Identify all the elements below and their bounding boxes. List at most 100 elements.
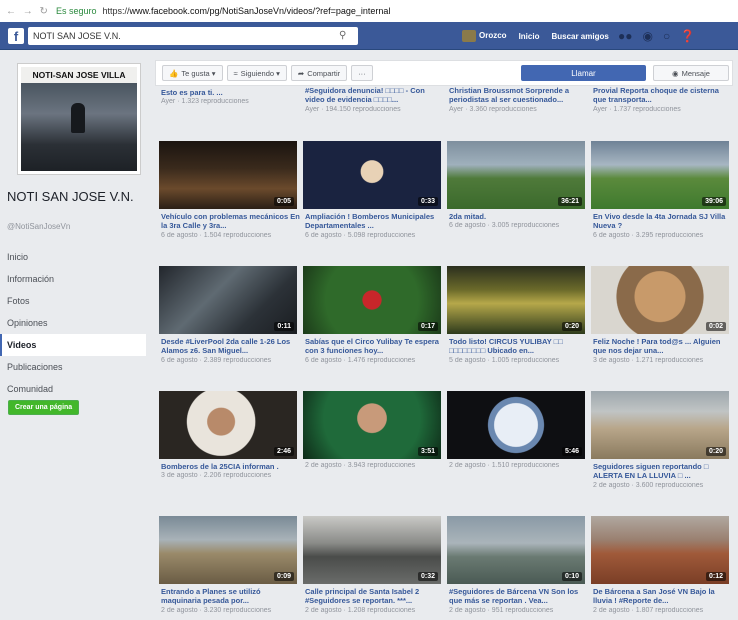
video-duration: 5:46 bbox=[561, 447, 582, 456]
video-thumbnail[interactable]: 36:21 bbox=[447, 141, 585, 209]
video-title[interactable]: Sabías que el Circo Yulibay Te espera co… bbox=[305, 337, 445, 355]
video-thumbnail[interactable]: 0:32 bbox=[303, 516, 441, 584]
share-button[interactable]: ➦ Compartir bbox=[290, 65, 348, 81]
rss-icon: ≈ bbox=[233, 68, 238, 78]
page-action-bar: 👍 Te gusta ▾ ≈ Siguiendo ▾ ➦ Compartir ··· … bbox=[155, 60, 733, 86]
page-handle[interactable]: @NotiSanJoseVn bbox=[7, 222, 70, 231]
video-title[interactable]: De Bárcena a San José VN Bajo la lluvia … bbox=[593, 587, 733, 605]
video-title[interactable]: #Seguidores de Bárcena VN Son los que má… bbox=[449, 587, 589, 605]
side-nav: Inicio Información Fotos Opiniones Video… bbox=[0, 246, 146, 400]
url-prefix: https:// bbox=[102, 6, 130, 16]
video-duration: 39:06 bbox=[702, 197, 726, 206]
video-thumbnail[interactable]: 0:20 bbox=[591, 391, 729, 459]
friends-icon[interactable]: ●● bbox=[618, 29, 633, 43]
video-thumbnail[interactable]: 0:17 bbox=[303, 266, 441, 334]
video-title[interactable]: Provial Reporta choque de cisterna que t… bbox=[593, 86, 733, 104]
search-value: NOTI SAN JOSE V.N. bbox=[33, 31, 121, 41]
sidebar-item-videos[interactable]: Videos bbox=[0, 334, 146, 356]
home-link[interactable]: Inicio bbox=[519, 32, 540, 41]
more-button[interactable]: ··· bbox=[351, 65, 373, 81]
sidebar-item-inicio[interactable]: Inicio bbox=[0, 246, 146, 268]
find-friends-link[interactable]: Buscar amigos bbox=[551, 32, 608, 41]
url-text[interactable]: https://www.facebook.com/pg/NotiSanJoseV… bbox=[102, 6, 390, 16]
video-title[interactable]: En Vivo desde la 4ta Jornada SJ Villa Nu… bbox=[593, 212, 733, 230]
video-meta: 2 de agosto · 3.600 reproducciones bbox=[593, 482, 704, 489]
video-meta: 5 de agosto · 1.005 reproducciones bbox=[449, 357, 560, 364]
follow-label: Siguiendo ▾ bbox=[240, 68, 280, 78]
video-title[interactable]: Bomberos de la 25CIA informan . bbox=[161, 462, 301, 471]
video-title[interactable]: Esto es para ti. ... bbox=[161, 88, 301, 97]
user-avatar bbox=[462, 30, 476, 42]
sidebar-item-fotos[interactable]: Fotos bbox=[0, 290, 146, 312]
create-page-button[interactable]: Crear una página bbox=[8, 400, 80, 415]
video-duration: 2:46 bbox=[273, 447, 294, 456]
browser-url-bar[interactable]: ← → ↻ Es seguro https://www.facebook.com… bbox=[0, 0, 738, 22]
video-title[interactable]: Feliz Noche ! Para tod@s ... Alguien que… bbox=[593, 337, 733, 355]
video-title[interactable]: Todo listo! CIRCUS YULIBAY □□ □□□□□□□□ U… bbox=[449, 337, 589, 355]
video-duration: 0:20 bbox=[705, 447, 726, 456]
video-thumbnail[interactable]: 0:10 bbox=[447, 516, 585, 584]
video-title[interactable]: Ampliación ! Bomberos Municipales Depart… bbox=[305, 212, 445, 230]
video-thumbnail[interactable]: 0:33 bbox=[303, 141, 441, 209]
video-title[interactable]: Vehículo con problemas mecánicos En la 3… bbox=[161, 212, 301, 230]
help-icon[interactable]: ❓ bbox=[680, 29, 695, 43]
follow-button[interactable]: ≈ Siguiendo ▾ bbox=[226, 65, 287, 81]
page-title[interactable]: NOTI SAN JOSE V.N. bbox=[7, 189, 152, 204]
messenger-icon: ◉ bbox=[672, 68, 679, 78]
facebook-logo-icon[interactable]: f bbox=[8, 28, 24, 44]
video-meta: 2 de agosto · 1.510 reproducciones bbox=[449, 462, 560, 469]
url-path: www.facebook.com/pg/NotiSanJoseVn/videos… bbox=[129, 6, 391, 16]
video-meta: 2 de agosto · 1.208 reproducciones bbox=[305, 607, 416, 614]
video-meta: 6 de agosto · 5.098 reproducciones bbox=[305, 232, 416, 239]
secure-label: Es seguro bbox=[55, 6, 97, 16]
video-thumbnail[interactable]: 39:06 bbox=[591, 141, 729, 209]
video-thumbnail[interactable]: 0:20 bbox=[447, 266, 585, 334]
video-duration: 0:20 bbox=[561, 322, 582, 331]
sidebar-item-informacion[interactable]: Información bbox=[0, 268, 146, 290]
video-title[interactable]: #Seguidora denuncia! □□□□ - Con video de… bbox=[305, 86, 445, 104]
video-meta: 3 de agosto · 2.206 reproducciones bbox=[161, 472, 272, 479]
search-icon[interactable]: ⚲ bbox=[339, 30, 353, 42]
profile-picture[interactable]: NOTI-SAN JOSE VILLA bbox=[18, 64, 140, 174]
video-duration: 0:32 bbox=[417, 572, 438, 581]
video-meta: Ayer · 194.150 reproducciones bbox=[305, 106, 401, 113]
sidebar-item-opiniones[interactable]: Opiniones bbox=[0, 312, 146, 334]
video-thumbnail[interactable]: 2:46 bbox=[159, 391, 297, 459]
video-meta: 6 de agosto · 3.005 reproducciones bbox=[449, 222, 560, 229]
search-input[interactable]: NOTI SAN JOSE V.N. ⚲ bbox=[28, 27, 358, 45]
video-title[interactable]: Calle principal de Santa Isabel 2 #Segui… bbox=[305, 587, 445, 605]
user-name: Orozco bbox=[479, 31, 507, 41]
sidebar-item-publicaciones[interactable]: Publicaciones bbox=[0, 356, 146, 378]
video-thumbnail[interactable]: 0:05 bbox=[159, 141, 297, 209]
globe-icon[interactable]: ○ bbox=[663, 29, 670, 43]
video-title[interactable]: Entrando a Planes se utilizó maquinaria … bbox=[161, 587, 301, 605]
video-thumbnail[interactable]: 3:51 bbox=[303, 391, 441, 459]
video-duration: 0:02 bbox=[705, 322, 726, 331]
video-thumbnail[interactable]: 5:46 bbox=[447, 391, 585, 459]
user-link[interactable]: Orozco bbox=[462, 30, 507, 42]
messages-icon[interactable]: ◉ bbox=[643, 29, 653, 43]
video-title[interactable]: Seguidores siguen reportando □ ALERTA EN… bbox=[593, 462, 733, 480]
top-icons: ●● ◉ ○ ❓ bbox=[618, 29, 695, 43]
video-title[interactable]: Desde #LiverPool 2da calle 1-26 Los Alam… bbox=[161, 337, 301, 355]
sidebar-item-comunidad[interactable]: Comunidad bbox=[0, 378, 146, 400]
video-thumbnail[interactable]: 0:11 bbox=[159, 266, 297, 334]
page-sidebar: NOTI-SAN JOSE VILLA NOTI SAN JOSE V.N. @… bbox=[0, 50, 155, 620]
message-button[interactable]: ◉ Mensaje bbox=[653, 65, 729, 81]
browser-nav-icons[interactable]: ← → ↻ bbox=[6, 6, 50, 17]
video-meta: Ayer · 1.737 reproducciones bbox=[593, 106, 681, 113]
like-button[interactable]: 👍 Te gusta ▾ bbox=[162, 65, 223, 81]
video-meta: 2 de agosto · 3.230 reproducciones bbox=[161, 607, 272, 614]
video-thumbnail[interactable]: 0:02 bbox=[591, 266, 729, 334]
video-duration: 0:09 bbox=[273, 572, 294, 581]
video-meta: 6 de agosto · 3.295 reproducciones bbox=[593, 232, 704, 239]
video-thumbnail[interactable]: 0:09 bbox=[159, 516, 297, 584]
video-title[interactable]: Christian Broussmot Sorprende a periodis… bbox=[449, 86, 589, 104]
video-thumbnail[interactable]: 0:12 bbox=[591, 516, 729, 584]
call-button[interactable]: Llamar bbox=[521, 65, 646, 81]
facebook-top-bar: f NOTI SAN JOSE V.N. ⚲ Orozco Inicio Bus… bbox=[0, 22, 738, 50]
video-title[interactable]: 2da mitad. bbox=[449, 212, 589, 221]
video-meta: Ayer · 1.323 reproducciones bbox=[161, 98, 249, 105]
thumbs-up-icon: 👍 bbox=[169, 68, 179, 78]
video-duration: 0:10 bbox=[561, 572, 582, 581]
